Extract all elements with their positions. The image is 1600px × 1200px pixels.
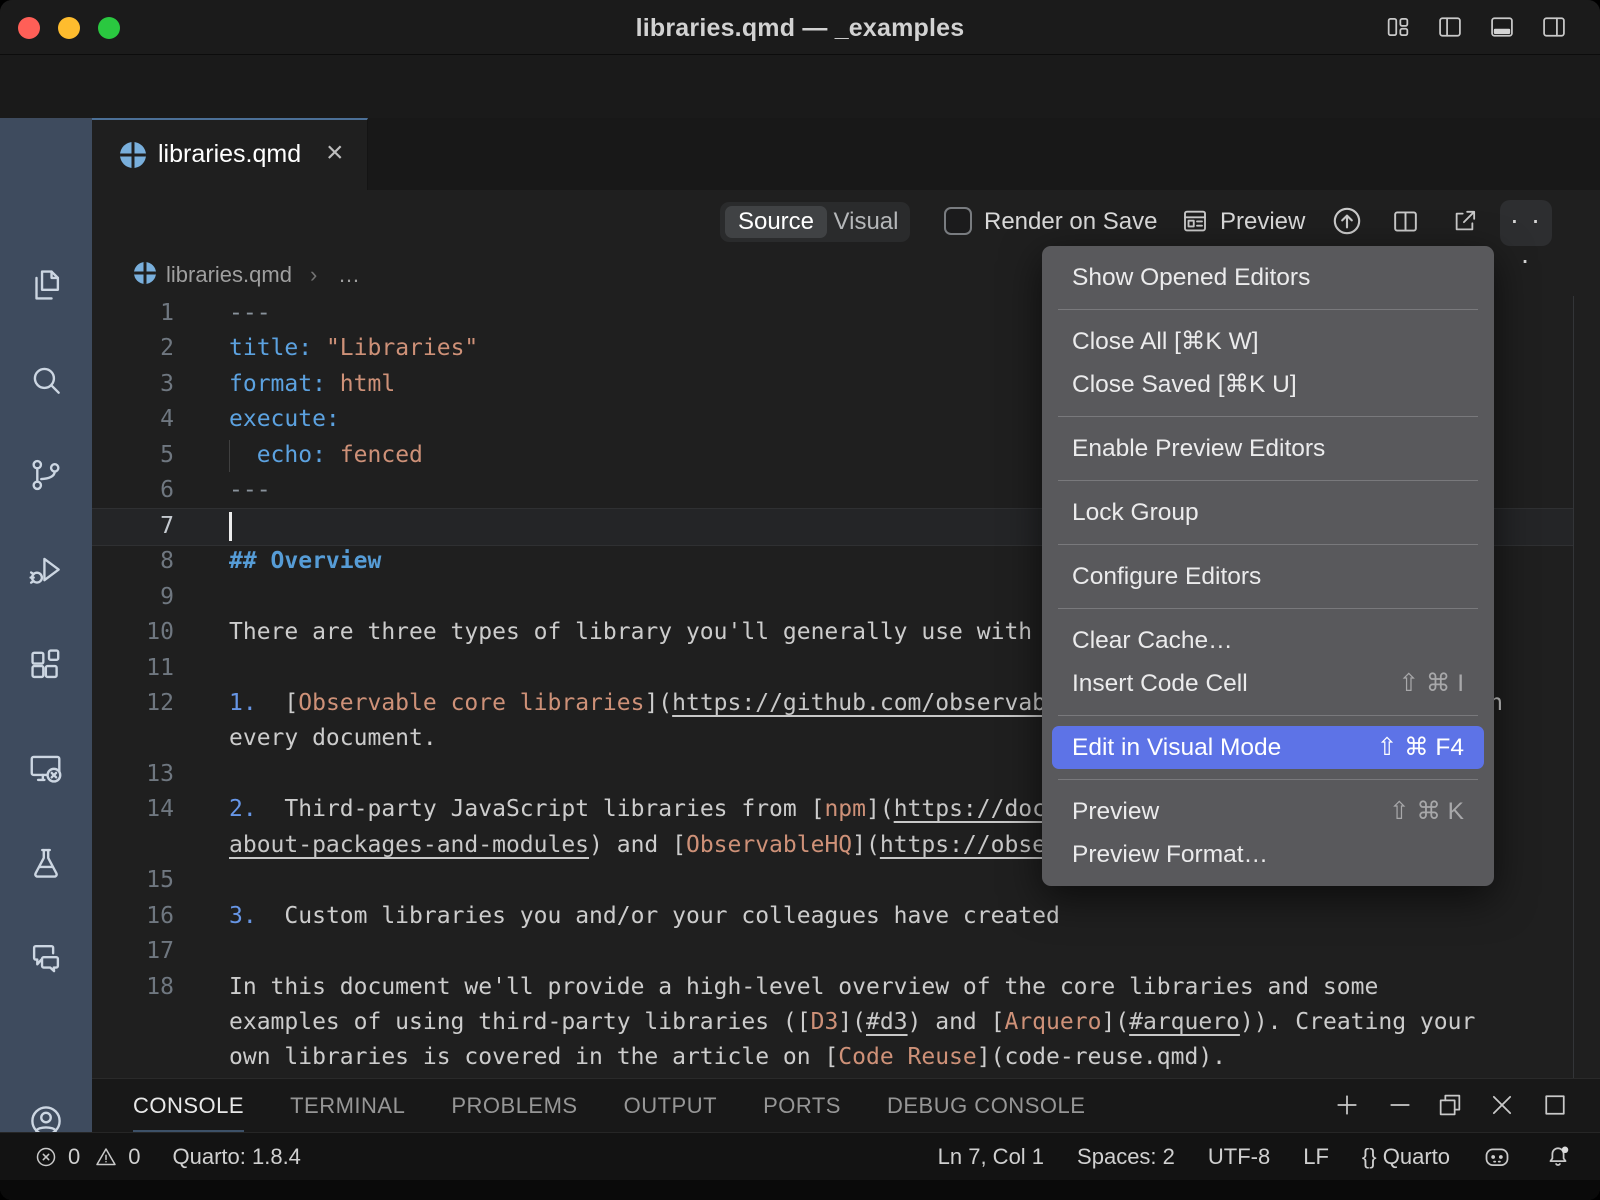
code-line[interactable]: examples of using third-party libraries … [92,1005,1573,1041]
menu-separator [1058,544,1478,545]
panel-tab-ports[interactable]: PORTS [763,1079,841,1132]
line-number: 1 [92,296,174,331]
line-number: 5 [92,438,174,473]
warning-count[interactable]: 0 [128,1144,140,1170]
code-line[interactable]: 163. Custom libraries you and/or your co… [92,899,1573,935]
menu-item-close-all-k-w[interactable]: Close All [⌘K W] [1042,320,1494,363]
warnings-icon[interactable] [94,1145,118,1169]
editor-scrollbar[interactable] [1573,296,1574,1078]
line-number: 6 [92,473,174,508]
line-number: 4 [92,402,174,437]
panel-tab-debug-console[interactable]: DEBUG CONSOLE [887,1079,1085,1132]
menu-item-preview-format[interactable]: Preview Format… [1042,833,1494,876]
menu-separator [1058,715,1478,716]
line-number: 3 [92,367,174,402]
menu-separator [1058,416,1478,417]
menu-separator [1058,608,1478,609]
panel-tab-bar: CONSOLE TERMINAL PROBLEMS OUTPUT PORTS DEBUG … [92,1078,1600,1132]
status-bar: 0 0 Quarto: 1.8.4 Ln 7, Col 1 Spaces: 2 … [0,1132,1600,1180]
window-bottom-edge [0,1180,1600,1200]
line-number: 16 [92,899,174,934]
eol-sequence[interactable]: LF [1303,1144,1329,1170]
line-number: 8 [92,544,174,579]
indentation[interactable]: Spaces: 2 [1077,1144,1175,1170]
editor-actions-context-menu: Show Opened Editors Close All [⌘K W]Close… [1042,246,1494,886]
line-number: 2 [92,331,174,366]
menu-item-preview[interactable]: Preview⇧ ⌘ K [1042,790,1494,833]
cursor-position[interactable]: Ln 7, Col 1 [938,1144,1044,1170]
menu-item-close-saved-k-u[interactable]: Close Saved [⌘K U] [1042,363,1494,406]
menu-item-insert-code-cell[interactable]: Insert Code Cell⇧ ⌘ I [1042,662,1494,705]
maximize-panel-icon[interactable] [1541,1091,1569,1119]
panel-tab-problems[interactable]: PROBLEMS [451,1079,577,1132]
line-number: 9 [92,580,174,615]
app-window: libraries.qmd — _examples New Open [0,0,1600,1200]
line-number: 18 [92,970,174,1005]
errors-icon[interactable] [34,1145,58,1169]
line-number: 7 [92,509,174,544]
close-panel-icon[interactable] [1488,1091,1516,1119]
error-count[interactable]: 0 [68,1144,80,1170]
encoding[interactable]: UTF-8 [1208,1144,1270,1170]
code-line[interactable]: 17 [92,934,1573,970]
new-console-plus-icon[interactable] [1333,1091,1361,1119]
menu-separator [1058,779,1478,780]
braces-icon: {} [1362,1144,1377,1169]
panel-tabs: CONSOLE TERMINAL PROBLEMS OUTPUT PORTS DEBUG … [133,1079,1085,1132]
menu-item-edit-in-visual-mode[interactable]: Edit in Visual Mode⇧ ⌘ F4 [1052,726,1484,769]
notifications-bell-icon[interactable] [1544,1143,1572,1171]
menu-separator [1058,309,1478,310]
panel-tab-console[interactable]: CONSOLE [133,1079,244,1132]
menu-item-lock-group[interactable]: Lock Group [1042,491,1494,534]
line-number: 15 [92,863,174,898]
copilot-icon[interactable] [1483,1143,1511,1171]
restore-panel-icon[interactable] [1436,1091,1464,1119]
menu-separator [1058,480,1478,481]
menu-item-clear-cache[interactable]: Clear Cache… [1042,619,1494,662]
line-number: 14 [92,792,174,827]
panel-tab-terminal[interactable]: TERMINAL [290,1079,405,1132]
line-number: 11 [92,651,174,686]
quarto-version[interactable]: Quarto: 1.8.4 [173,1144,301,1170]
text-cursor [229,512,232,541]
menu-item-configure-editors[interactable]: Configure Editors [1042,555,1494,598]
minimize-panel-icon[interactable] [1386,1091,1414,1119]
code-line[interactable]: own libraries is covered in the article … [92,1040,1573,1076]
panel-tab-output[interactable]: OUTPUT [624,1079,717,1132]
language-mode[interactable]: {} Quarto [1362,1144,1450,1170]
line-number: 17 [92,934,174,969]
line-number: 12 [92,686,174,721]
menu-item-enable-preview-editors[interactable]: Enable Preview Editors [1042,427,1494,470]
line-number: 13 [92,757,174,792]
code-line[interactable]: 18In this document we'll provide a high-… [92,970,1573,1006]
menu-item-show-opened-editors[interactable]: Show Opened Editors [1042,256,1494,299]
line-number: 10 [92,615,174,650]
